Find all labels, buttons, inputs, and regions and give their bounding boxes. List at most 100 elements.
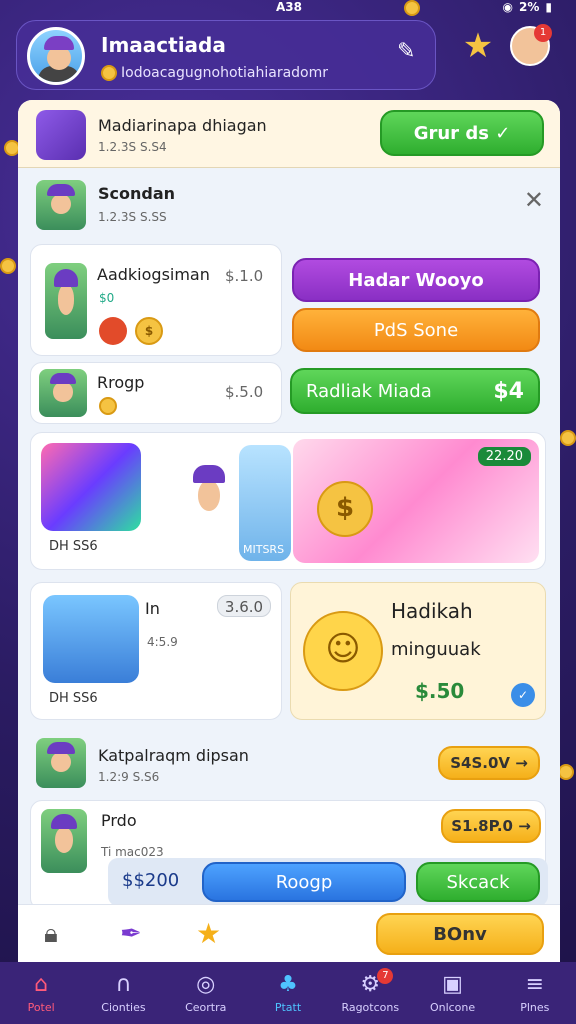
item-card-1[interactable]: Aadkiogsiman $.1.0 $0 $ (30, 244, 282, 356)
menu-icon: ≡ (525, 972, 545, 997)
coin-decoration (0, 258, 16, 274)
card-icon: ▣ (442, 972, 463, 997)
promo-strip-tag: MITSRS (243, 543, 285, 556)
status-bar: A38 ◉ 2% ▮ (0, 0, 576, 16)
section-avatar (36, 180, 86, 230)
nav-label: Potel (27, 1001, 55, 1014)
nav-label: Ptatt (274, 1001, 302, 1014)
reward-title: Hadikah (391, 599, 473, 623)
coin-decoration (558, 764, 574, 780)
big-coin-icon: $ (317, 481, 373, 537)
character-avatar (45, 263, 87, 339)
battery-level: 2% (519, 0, 540, 14)
nav-tab-5[interactable]: ⚙ Ragotcons 7 (329, 962, 411, 1024)
coin-decoration (560, 430, 576, 446)
wifi-icon: ◉ (502, 0, 514, 14)
item-thumbnail (43, 595, 139, 683)
nav-badge: 7 (377, 968, 394, 984)
nav-label: Cionties (101, 1001, 146, 1014)
item-meta: 1.2:9 S.S6 (98, 770, 160, 784)
profile-subtitle-text: Iodoacagugnohotiahiaradomr (121, 65, 329, 81)
star-coin-icon[interactable]: ★ (458, 26, 498, 66)
green-action-button[interactable]: Radliak Miada $4 (290, 368, 540, 414)
item-card-2[interactable]: Rrogp $.5.0 (30, 362, 282, 424)
star-icon[interactable]: ★ (196, 917, 221, 950)
nav-label: Ceortra (185, 1001, 227, 1014)
avatar-hat (44, 36, 74, 50)
top-item-button[interactable]: Grur ds ✓ (380, 110, 544, 156)
coin-icon (101, 65, 117, 81)
status-time: A38 (276, 0, 302, 14)
item-price-tag: 3.6.0 (217, 595, 271, 617)
promo-tag: 22.20 (477, 447, 531, 466)
item-card-3[interactable]: In 3.6.0 4:5.9 DH SS6 (30, 582, 282, 720)
item-price: $.5.0 (225, 383, 264, 401)
close-icon[interactable]: ✕ (524, 186, 544, 214)
item-name: Katpalraqm dipsan (98, 746, 249, 765)
profile-header[interactable]: Imaactiada Iodoacagugnohotiahiaradomr ✎ (16, 20, 436, 90)
nav-tab-2[interactable]: ∩ Cionties (82, 962, 164, 1024)
promo-character-left (41, 443, 141, 531)
nav-label: Ragotcons (341, 1001, 400, 1014)
section-meta: 1.2.3S S.SS (98, 210, 167, 224)
character-figure (181, 459, 237, 535)
feather-icon[interactable]: ✒ (120, 919, 142, 949)
item-name: Prdo (101, 811, 137, 830)
item-name: Aadkiogsiman (97, 265, 210, 284)
bottom-primary-button[interactable]: BOnv (376, 913, 544, 955)
item-buy-button[interactable]: S4S.0V → (438, 746, 540, 780)
main-panel: Madiarinapa dhiagan 1.2.3S S.S4 Grur ds … (18, 100, 560, 962)
promo-left-label: DH SS6 (49, 539, 98, 554)
lock-icon[interactable]: 🔒︎ (44, 919, 58, 950)
coin-icon: $ (135, 317, 163, 345)
gift-box-icon (36, 110, 86, 160)
reward-card[interactable]: ☺ Hadikah minguuak $.50 ✓ (290, 582, 546, 720)
item-name: Rrogp (97, 373, 145, 392)
top-item-card[interactable]: Madiarinapa dhiagan 1.2.3S S.S4 Grur ds … (18, 100, 560, 168)
action-row: $$200 Roogp Skcack (108, 858, 548, 906)
notification-badge: 1 (534, 24, 552, 42)
green-action-label: Radliak Miada (306, 380, 432, 402)
blue-action-button[interactable]: Roogp (202, 862, 406, 902)
reward-amount: $.50 (415, 679, 465, 703)
headphones-icon: ∩ (115, 972, 132, 997)
green-action-amount: $4 (493, 378, 524, 404)
item-label: DH SS6 (49, 691, 98, 706)
top-item-meta: 1.2.3S S.S4 (98, 140, 167, 154)
avatar[interactable] (27, 27, 85, 85)
nav-label: Onlcone (429, 1001, 476, 1014)
reward-sub: minguuak (391, 639, 481, 660)
item-price: $.1.0 (225, 267, 264, 285)
check-icon[interactable]: ✓ (511, 683, 535, 707)
edit-icon[interactable]: ✎ (397, 39, 423, 65)
promo-right-banner[interactable]: $ 22.20 (293, 439, 539, 563)
top-item-name: Madiarinapa dhiagan (98, 116, 267, 135)
nav-label: Plnes (520, 1001, 550, 1014)
section-name: Scondan (98, 184, 176, 203)
profile-name: Imaactiada (101, 33, 226, 57)
smiley-coin-icon: ☺ (303, 611, 383, 691)
green-action-button[interactable]: Skcack (416, 862, 540, 902)
bottom-toolbar: 🔒︎ ✒ ★ BOnv (18, 904, 560, 962)
nav-home[interactable]: ⌂ Potel (0, 962, 82, 1024)
item-name: In (145, 599, 160, 618)
nav-tab-6[interactable]: ▣ Onlcone (411, 962, 493, 1024)
action-amount: $$200 (122, 870, 180, 891)
profile-subtitle: Iodoacagugnohotiahiaradomr (101, 65, 328, 81)
character-avatar (39, 369, 87, 417)
notification-avatar[interactable]: 1 (510, 24, 552, 66)
item-avatar (36, 738, 86, 788)
item-meta: 4:5.9 (147, 635, 178, 649)
nav-tab-3[interactable]: ◎ Ceortra (165, 962, 247, 1024)
orange-action-button[interactable]: PdS Sone (292, 308, 540, 352)
home-icon: ⌂ (34, 972, 49, 997)
compass-icon: ◎ (196, 972, 216, 997)
status-right: ◉ 2% ▮ (503, 0, 552, 14)
nav-tab-4[interactable]: ♣ Ptatt (247, 962, 329, 1024)
club-icon: ♣ (278, 972, 298, 997)
promo-card[interactable]: DH SS6 MITSRS $ 22.20 (30, 432, 546, 570)
bottom-navigation: ⌂ Potel ∩ Cionties ◎ Ceortra ♣ Ptatt ⚙ Ragotc… (0, 962, 576, 1024)
item-buy-button[interactable]: S1.8P.0 → (441, 809, 541, 843)
purple-action-button[interactable]: Hadar Wooyo (292, 258, 540, 302)
nav-tab-7[interactable]: ≡ Plnes (494, 962, 576, 1024)
